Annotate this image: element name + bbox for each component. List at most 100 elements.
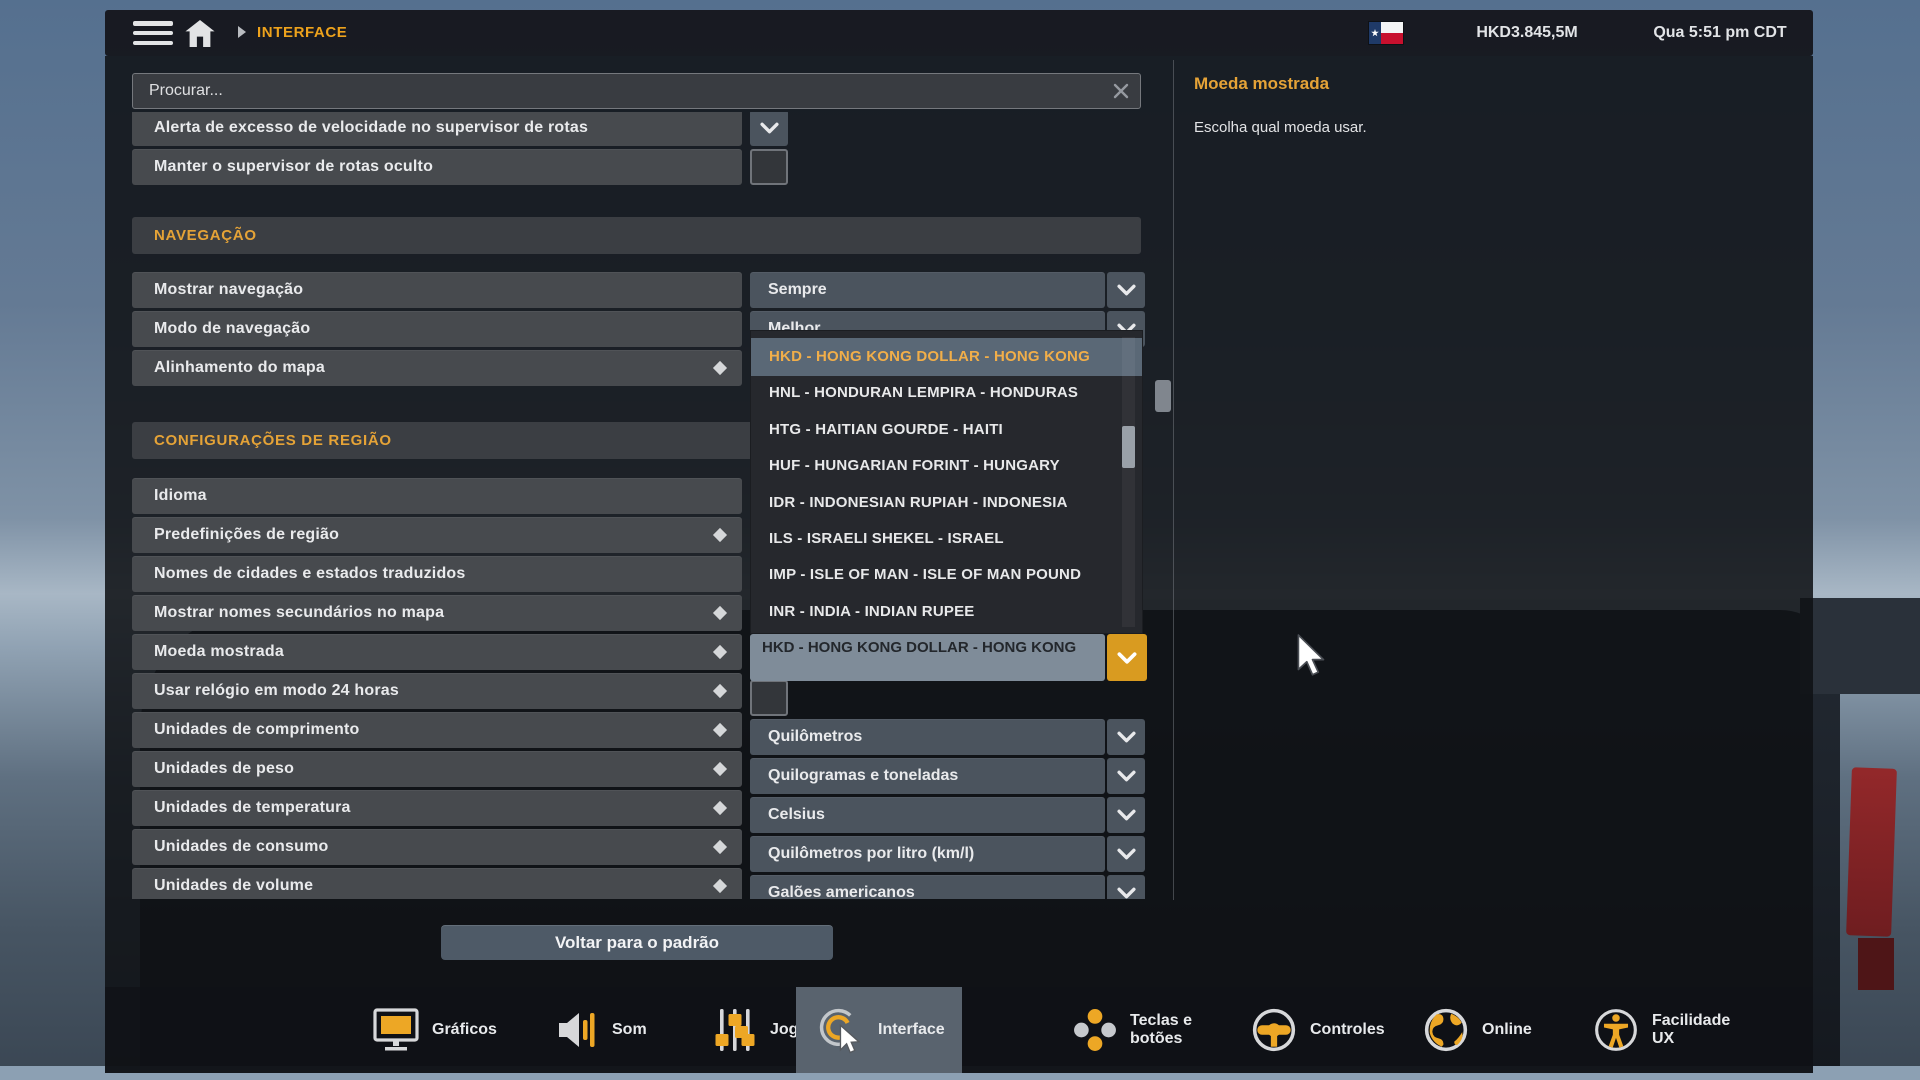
- currency-option[interactable]: IMP - ISLE OF MAN - ISLE OF MAN POUND: [751, 556, 1142, 594]
- diamond-icon: [713, 879, 727, 893]
- tab-label: Facilidade UX: [1652, 1012, 1744, 1049]
- setting-row[interactable]: Predefinições de região: [132, 517, 742, 553]
- chevron-down-icon[interactable]: [1107, 797, 1145, 833]
- setting-row[interactable]: Moeda mostrada: [132, 634, 742, 670]
- setting-label: Unidades de comprimento: [132, 721, 360, 739]
- tab-jogo[interactable]: Jogo: [713, 987, 808, 1073]
- currency-option[interactable]: ILS - ISRAELI SHEKEL - ISRAEL: [751, 520, 1142, 558]
- diamond-icon: [713, 684, 727, 698]
- menu-icon[interactable]: [133, 21, 173, 45]
- tab-gr-ficos[interactable]: Gráficos: [373, 987, 497, 1073]
- accessibility-icon: [1593, 1007, 1639, 1053]
- diamond-icon: [713, 801, 727, 815]
- currency-option[interactable]: HUF - HUNGARIAN FORINT - HUNGARY: [751, 447, 1142, 485]
- setting-row[interactable]: Unidades de comprimento: [132, 712, 742, 748]
- setting-select-value[interactable]: Quilogramas e toneladas: [750, 758, 1105, 794]
- tab-label: Gráficos: [432, 1021, 497, 1039]
- setting-select-value[interactable]: Quilômetros por litro (km/l): [750, 836, 1105, 872]
- option-help-title: Moeda mostrada: [1194, 74, 1329, 94]
- panel-divider: [1173, 60, 1174, 900]
- setting-row[interactable]: Unidades de peso: [132, 751, 742, 787]
- currency-option[interactable]: HNL - HONDURAN LEMPIRA - HONDURAS: [751, 374, 1142, 412]
- background-red-truck-part: [1846, 767, 1897, 936]
- currency-option[interactable]: HKD - HONG KONG DOLLAR - HONG KONG: [751, 338, 1142, 376]
- setting-select-value[interactable]: Sempre: [750, 272, 1105, 308]
- setting-row[interactable]: Alinhamento do mapa: [132, 350, 742, 386]
- currency-dropdown-list: HKD - HONG KONG DOLLAR - HONG KONGHNL - …: [750, 330, 1143, 634]
- chevron-down-icon[interactable]: [1107, 836, 1145, 872]
- interface-cursor-icon: [818, 1007, 865, 1054]
- setting-label: Moeda mostrada: [132, 643, 284, 661]
- setting-row[interactable]: Mostrar nomes secundários no mapa: [132, 595, 742, 631]
- currency-option[interactable]: HTG - HAITIAN GOURDE - HAITI: [751, 411, 1142, 449]
- setting-select-value[interactable]: Quilômetros: [750, 719, 1105, 755]
- setting-row[interactable]: Mostrar navegação: [132, 272, 742, 308]
- setting-label: Nomes de cidades e estados traduzidos: [132, 565, 466, 583]
- setting-label: Manter o supervisor de rotas oculto: [132, 158, 433, 176]
- graphics-monitor-icon: [373, 1008, 419, 1052]
- top-bar: INTERFACE HKD3.845,5M Qua 5:51 pm CDT: [105, 10, 1813, 56]
- tab-teclas-e-bot-es[interactable]: Teclas e botões: [1073, 987, 1204, 1073]
- game-clock: Qua 5:51 pm CDT: [1640, 10, 1800, 56]
- tab-som[interactable]: Som: [557, 987, 647, 1073]
- diamond-icon: [713, 606, 727, 620]
- diamond-icon: [713, 723, 727, 737]
- search-bar: [132, 73, 1141, 109]
- setting-label: Unidades de volume: [132, 877, 313, 895]
- setting-row[interactable]: Unidades de volume: [132, 868, 742, 899]
- setting-select-value[interactable]: Galões americanos: [750, 875, 1105, 899]
- background-red-truck-part-2: [1858, 938, 1894, 990]
- home-icon[interactable]: [185, 20, 215, 52]
- setting-row[interactable]: Manter o supervisor de rotas oculto: [132, 149, 742, 185]
- currency-select-open-button[interactable]: [1107, 634, 1147, 681]
- setting-row[interactable]: Idioma: [132, 478, 742, 514]
- tab-label: Online: [1482, 1021, 1532, 1039]
- setting-row[interactable]: Usar relógio em modo 24 horas: [132, 673, 742, 709]
- tab-label: Interface: [878, 1021, 945, 1039]
- setting-label: Mostrar navegação: [132, 281, 303, 299]
- chevron-down-icon[interactable]: [750, 112, 788, 146]
- settings-scroll-area[interactable]: HKD - HONG KONG DOLLAR - HONG KONGHNL - …: [105, 112, 1173, 899]
- setting-label: Modo de navegação: [132, 320, 310, 338]
- setting-select-value[interactable]: Celsius: [750, 797, 1105, 833]
- setting-label: Alinhamento do mapa: [132, 359, 325, 377]
- tab-label: Controles: [1310, 1021, 1385, 1039]
- search-clear-icon[interactable]: [1106, 76, 1136, 106]
- setting-row[interactable]: Unidades de temperatura: [132, 790, 742, 826]
- setting-row[interactable]: Nomes de cidades e estados traduzidos: [132, 556, 742, 592]
- keys-buttons-icon: [1073, 1008, 1117, 1052]
- setting-label: Predefinições de região: [132, 526, 339, 544]
- tab-facilidade-ux[interactable]: Facilidade UX: [1593, 987, 1744, 1073]
- currency-option[interactable]: INR - INDIA - INDIAN RUPEE: [751, 593, 1142, 631]
- chevron-down-icon[interactable]: [1107, 758, 1145, 794]
- setting-label: Usar relógio em modo 24 horas: [132, 682, 399, 700]
- setting-label: Idioma: [132, 487, 207, 505]
- chevron-down-icon[interactable]: [1107, 719, 1145, 755]
- tab-controles[interactable]: Controles: [1251, 987, 1385, 1073]
- chevron-down-icon[interactable]: [1107, 272, 1145, 308]
- currency-option[interactable]: IDR - INDONESIAN RUPIAH - INDONESIA: [751, 484, 1142, 522]
- chevron-down-icon[interactable]: [1107, 875, 1145, 899]
- setting-label: Unidades de peso: [132, 760, 294, 778]
- setting-label: Unidades de temperatura: [132, 799, 351, 817]
- currency-select-value[interactable]: HKD - HONG KONG DOLLAR - HONG KONG: [750, 634, 1105, 681]
- dropdown-scrollbar-thumb[interactable]: [1122, 426, 1135, 468]
- setting-row[interactable]: Unidades de consumo: [132, 829, 742, 865]
- breadcrumb: INTERFACE: [257, 10, 347, 56]
- setting-checkbox[interactable]: [750, 149, 788, 185]
- search-input[interactable]: [133, 82, 1106, 100]
- tab-online[interactable]: Online: [1423, 987, 1532, 1073]
- sound-speaker-icon: [557, 1008, 599, 1052]
- settings-scrollbar-thumb[interactable]: [1155, 380, 1171, 412]
- setting-row[interactable]: Modo de navegação: [132, 311, 742, 347]
- online-globe-icon: [1423, 1007, 1469, 1053]
- dropdown-scrollbar-track: [1122, 337, 1135, 627]
- reset-to-default-button[interactable]: Voltar para o padrão: [441, 925, 833, 960]
- tab-label: Som: [612, 1021, 647, 1039]
- tab-interface[interactable]: Interface: [796, 987, 962, 1073]
- diamond-icon: [713, 840, 727, 854]
- diamond-icon: [713, 361, 727, 375]
- setting-label: Alerta de excesso de velocidade no super…: [132, 119, 588, 137]
- setting-checkbox[interactable]: [750, 680, 788, 716]
- setting-row[interactable]: Alerta de excesso de velocidade no super…: [132, 112, 742, 146]
